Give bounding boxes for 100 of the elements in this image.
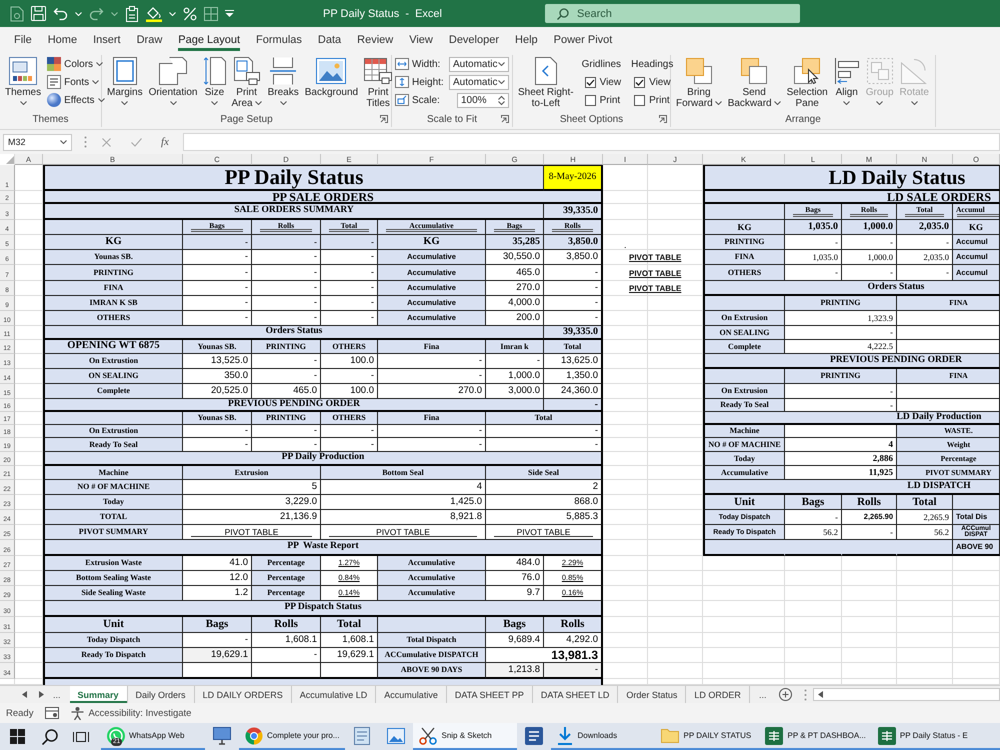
ribbon-tab[interactable]: Review [349,27,402,52]
orientation-button[interactable]: Orientation [146,55,200,111]
redo-icon[interactable] [89,6,104,20]
task-view-icon[interactable] [72,730,88,744]
sheet-tab[interactable]: Summary [70,686,128,703]
name-box[interactable]: M32 [3,134,72,150]
row-label: ON SEALING [703,326,785,340]
background-button[interactable]: Background [302,55,360,111]
customize-icon[interactable] [225,9,234,18]
width-dropdown[interactable]: Automatic [449,56,509,72]
table-cell: 56.2 [785,525,842,540]
row-label: Complete [43,384,183,399]
margins-button[interactable]: Margins [105,55,145,111]
undo-icon[interactable] [53,6,68,20]
scroll-left-icon[interactable] [818,691,824,698]
send-backward-button[interactable]: Send Backward [726,55,783,111]
ribbon-tab[interactable]: Help [507,27,546,52]
table-cell: - [486,438,603,452]
print-titles-button[interactable]: Print Titles [362,55,394,111]
row-label: ACCumulative DISPATCH [378,648,486,663]
formula-input[interactable] [182,133,1000,151]
checkbox[interactable] [584,94,596,106]
more-sheets-button[interactable]: ... [750,686,776,703]
taskbar-app[interactable]: PP Daily Status - E [872,723,1000,750]
checkbox[interactable] [634,94,646,106]
table-cell: - [252,250,321,265]
pivot-table-link[interactable]: PIVOT TABLE [603,265,703,281]
check-icon[interactable] [131,138,142,146]
ribbon-tab[interactable]: Power Pivot [546,27,620,52]
table-cell: - [378,438,486,452]
accessibility-button[interactable]: Accessibility: Investigate [71,706,192,720]
percent-icon[interactable] [183,6,197,20]
more-sheets-button[interactable]: ... [44,686,70,703]
print-area-button[interactable]: Print Area [230,55,264,111]
clipboard-icon[interactable] [125,6,139,22]
height-dropdown[interactable]: Automatic [449,74,509,90]
dialog-launcher-icon[interactable] [659,115,667,123]
ribbon-tab[interactable]: View [401,27,441,52]
scale-spinbox[interactable]: 100% [457,92,509,108]
document-icon[interactable] [10,6,24,22]
selection-pane-button[interactable]: Selection Pane [784,55,830,111]
dialog-launcher-icon[interactable] [501,115,509,123]
ribbon-tab[interactable]: Draw [128,27,170,52]
scroll-left-icon[interactable] [22,691,27,698]
horizontal-scrollbar[interactable] [813,688,1000,701]
checkbox[interactable] [584,76,596,88]
checkbox[interactable] [634,76,646,88]
windows-icon[interactable] [10,729,24,744]
dialog-launcher-icon[interactable] [380,115,388,123]
taskbar-app[interactable]: PP & PT DASHBOA... [759,723,872,750]
size-button[interactable]: Size [202,55,228,111]
bring-forward-button[interactable]: Bring Forward [674,55,724,111]
add-sheet-icon[interactable] [779,688,792,701]
save-icon[interactable] [31,6,46,21]
caret-icon [876,101,884,105]
taskbar-app[interactable]: Snip & Sketch [413,723,518,750]
insert-function-button[interactable]: fx [157,136,173,148]
pivot-table-link[interactable]: PIVOT TABLE [321,525,486,540]
ribbon-tab[interactable]: Data [310,27,350,52]
pivot-table-link[interactable]: PIVOT TABLE [603,250,703,265]
checkbox-label[interactable]: View [649,76,671,88]
colors-button[interactable]: Colors [45,55,107,73]
search-field[interactable]: Search [545,4,800,23]
search-icon[interactable] [42,728,58,744]
effects-button[interactable]: Effects [45,91,107,109]
pivot-table-link[interactable]: PIVOT TABLE [486,525,603,540]
ribbon-tab[interactable]: File [6,27,40,52]
fonts-button[interactable]: Fonts [45,73,107,91]
pivot-table-link[interactable]: PIVOT TABLE [183,525,321,540]
pivot-table-link[interactable]: PIVOT TABLE [603,281,703,296]
table-cell: 2,886 [785,452,897,466]
ribbon-tab[interactable]: Insert [85,27,129,52]
taskbar-app[interactable]: PP DAILY STATUS [655,723,760,750]
scroll-right-icon[interactable] [39,691,44,698]
align-button[interactable]: Align [832,55,862,111]
checkbox-label[interactable]: View [600,76,622,88]
grip-icon [804,688,808,700]
sheet-right-to-left-button[interactable]: Sheet Right- to-Left [516,55,576,111]
table-cell: 465.0 [252,384,321,399]
table-cell: - [183,633,252,648]
ribbon-tab[interactable]: Formulas [248,27,310,52]
checkbox-label[interactable]: Print [649,94,670,106]
table-cell: 1,608.1 [321,633,378,648]
accessibility-icon [71,706,84,720]
ribbon-tab[interactable]: Home [40,27,86,52]
window-title: PP Daily Status - Excel [322,8,442,20]
caret-icon[interactable] [111,12,118,16]
grid-icon[interactable] [204,6,218,20]
fill-color-icon[interactable] [146,6,162,22]
taskbar-app[interactable]: Complete your pro... [239,723,346,750]
group-label: Arrange [785,114,821,124]
checkbox-label[interactable]: Print [600,94,620,106]
taskbar-app[interactable]: Downloads [551,723,656,750]
table-cell: - [321,296,378,311]
macro-icon[interactable] [45,707,60,719]
table-cell: 13,625.0 [544,354,603,369]
ribbon-tab[interactable]: Developer [440,27,508,52]
themes-button[interactable]: Themes [3,55,44,111]
table-cell: 19,629.1 [183,648,252,663]
breaks-button[interactable]: Breaks [266,55,301,111]
